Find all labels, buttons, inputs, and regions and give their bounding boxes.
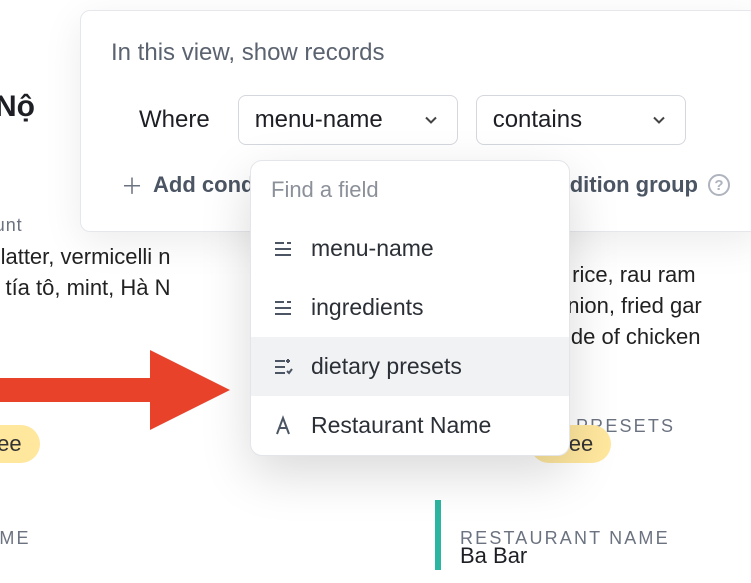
body-text: c rice, rau ram	[555, 260, 751, 291]
operator-select-value: contains	[493, 106, 582, 134]
where-label: Where	[139, 106, 210, 134]
chevron-down-icon	[649, 110, 669, 130]
text-icon	[271, 296, 295, 320]
body-text: onion, fried gar	[555, 291, 751, 322]
dropdown-search-input[interactable]: Find a field	[251, 161, 569, 219]
dropdown-item-label: dietary presets	[311, 353, 462, 380]
field-select-value: menu-name	[255, 106, 383, 134]
panel-title: In this view, show records	[111, 39, 730, 67]
operator-select[interactable]: contains	[476, 95, 686, 145]
tag-pill: ry-free	[0, 425, 40, 463]
field-dropdown: Find a field menu-name ingredients dietary…	[250, 160, 570, 456]
dropdown-item[interactable]: ingredients	[251, 278, 569, 337]
restaurant-name-label: NAME	[0, 528, 31, 549]
condition-row: Where menu-name contains	[111, 95, 730, 145]
dropdown-item[interactable]: Restaurant Name	[251, 396, 569, 455]
plus-icon: ＋	[121, 169, 143, 201]
dropdown-item-label: Restaurant Name	[311, 412, 491, 439]
teal-indicator	[435, 500, 441, 570]
chevron-down-icon	[421, 110, 441, 130]
callout-arrow	[0, 350, 230, 430]
text-icon	[271, 237, 295, 261]
multiselect-icon	[271, 355, 295, 379]
dropdown-item[interactable]: menu-name	[251, 219, 569, 278]
help-icon[interactable]: ?	[708, 174, 730, 196]
dropdown-item-label: menu-name	[311, 235, 434, 262]
field-select[interactable]: menu-name	[238, 95, 458, 145]
body-text: ce, tía tô, mint, Hà N	[0, 273, 270, 304]
dropdown-item[interactable]: dietary presets	[251, 337, 569, 396]
body-text: e platter, vermicelli n	[0, 242, 270, 273]
restaurant-name-value: Ba Bar	[460, 543, 527, 569]
formula-icon	[271, 414, 295, 438]
body-text: side of chicken	[555, 322, 751, 353]
dropdown-item-label: ingredients	[311, 294, 424, 321]
